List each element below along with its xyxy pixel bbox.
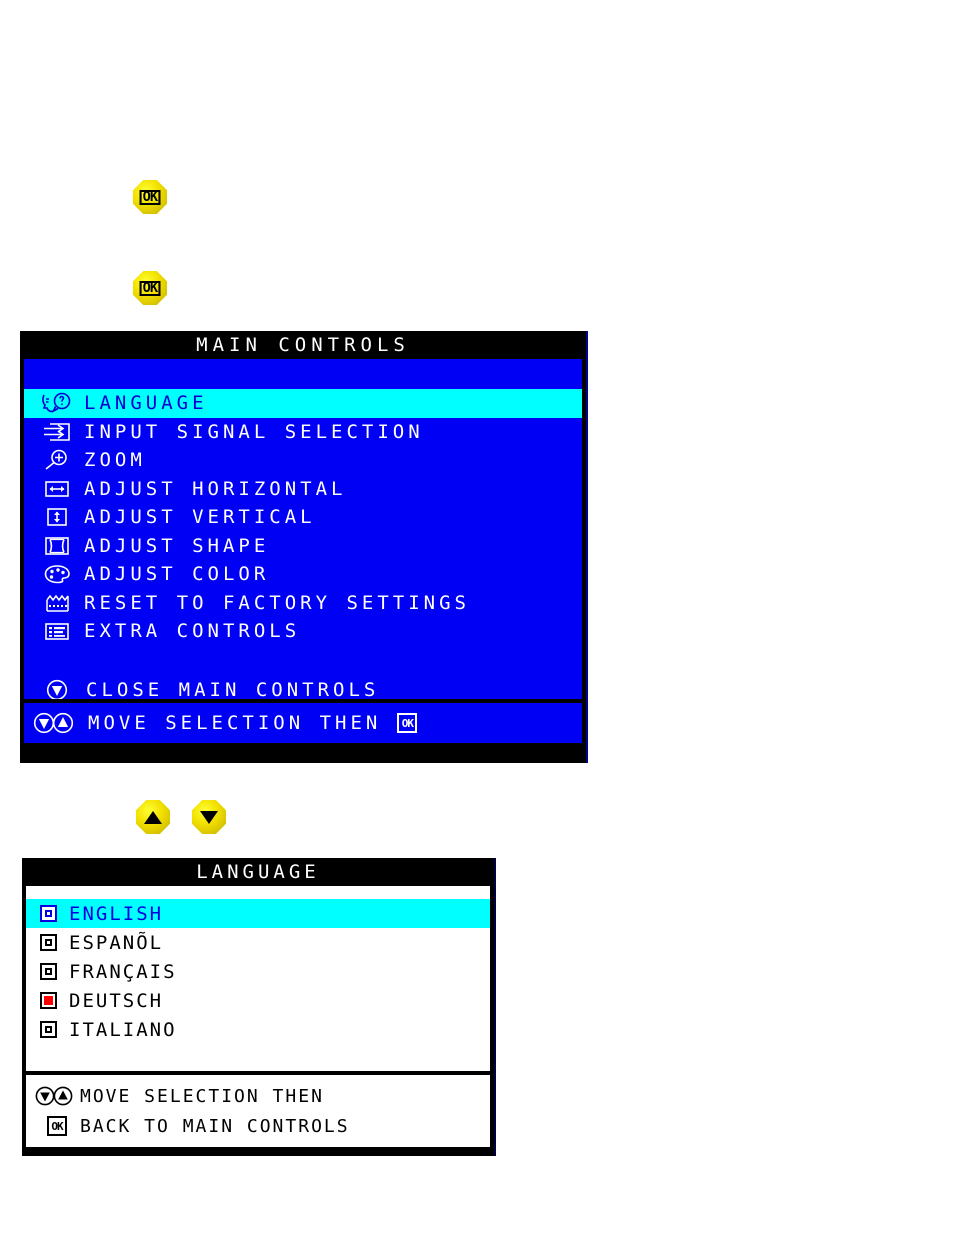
menu-item-adjust-vertical[interactable]: ADJUST VERTICAL [24,503,582,532]
menu-item-adjust-horizontal[interactable]: ADJUST HORIZONTAL [24,475,582,504]
up-button[interactable] [136,800,170,834]
main-controls-title: MAIN CONTROLS [20,331,586,359]
ok-button-1[interactable]: OK [133,180,167,214]
radio-icon [40,1021,57,1038]
main-controls-footer: MOVE SELECTION THEN OK [24,703,582,743]
up-triangle-octagon-icon [144,810,162,824]
radio-icon [40,963,57,980]
list-top-spacer [24,359,582,389]
close-down-arrow-icon [40,678,74,699]
ok-glyph-icon: OK [47,1116,67,1136]
language-footer-text-2: BACK TO MAIN CONTROLS [80,1115,350,1137]
adjust-color-palette-icon [40,562,74,586]
radio-icon-active [40,992,57,1009]
menu-item-label: EXTRA CONTROLS [84,620,301,643]
language-face-icon [40,391,74,415]
language-item-label: ENGLISH [69,902,164,925]
language-footer-line-2: OK BACK TO MAIN CONTROLS [34,1111,490,1141]
language-item-label: ITALIANO [69,1018,177,1041]
down-button[interactable] [192,800,226,834]
main-controls-osd-panel: MAIN CONTROLS LANGUAGE INPUT SIGNAL SELE… [20,331,588,763]
language-osd-panel: LANGUAGE ENGLISH ESPANÕL FRANÇAIS DEUTSC… [22,858,496,1156]
radio-icon [40,905,57,922]
ok-glyph-icon: OK [397,713,418,733]
menu-item-label: ADJUST COLOR [84,563,270,586]
language-item-espanol[interactable]: ESPANÕL [26,928,490,957]
factory-reset-icon [40,591,74,615]
language-item-label: ESPANÕL [69,931,164,954]
radio-icon [40,934,57,951]
language-footer: MOVE SELECTION THEN OK BACK TO MAIN CONT… [26,1075,490,1147]
language-footer-line-1: MOVE SELECTION THEN [34,1081,490,1111]
menu-item-zoom[interactable]: ZOOM [24,446,582,475]
input-signal-icon [40,420,74,444]
language-item-english[interactable]: ENGLISH [26,899,490,928]
language-item-label: FRANÇAIS [69,960,177,983]
language-item-italiano[interactable]: ITALIANO [26,1015,490,1044]
ok-octagon-icon: OK [139,189,161,205]
adjust-shape-icon [40,534,74,558]
menu-item-label: CLOSE MAIN CONTROLS [86,678,380,699]
language-top-spacer [26,886,490,899]
zoom-magnifier-icon [40,448,74,472]
language-item-francais[interactable]: FRANÇAIS [26,957,490,986]
menu-item-close-main-controls[interactable]: CLOSE MAIN CONTROLS [24,676,582,699]
extra-controls-icon [40,619,74,643]
menu-item-extra-controls[interactable]: EXTRA CONTROLS [24,617,582,646]
ok-octagon-icon: OK [139,280,161,296]
menu-item-label: INPUT SIGNAL SELECTION [84,420,424,443]
adjust-horizontal-icon [40,477,74,501]
menu-item-label: ADJUST VERTICAL [84,506,316,529]
adjust-vertical-icon [40,505,74,529]
language-item-deutsch[interactable]: DEUTSCH [26,986,490,1015]
ok-glyph-wrapper: OK [34,1116,80,1136]
menu-item-adjust-color[interactable]: ADJUST COLOR [24,560,582,589]
ok-button-2[interactable]: OK [133,271,167,305]
down-up-arrow-icons [32,711,80,735]
menu-item-reset-to-factory-settings[interactable]: RESET TO FACTORY SETTINGS [24,589,582,618]
main-controls-footer-text: MOVE SELECTION THEN [88,712,382,734]
menu-item-label: RESET TO FACTORY SETTINGS [84,591,470,614]
list-gap-spacer [24,646,582,676]
language-footer-text-1: MOVE SELECTION THEN [80,1085,324,1107]
language-title: LANGUAGE [22,858,494,886]
menu-item-adjust-shape[interactable]: ADJUST SHAPE [24,532,582,561]
down-triangle-octagon-icon [200,810,218,824]
page-root: OK OK MAIN CONTROLS LANGUAGE INPUT SIGNA… [0,0,954,1235]
menu-item-language[interactable]: LANGUAGE [24,389,582,418]
main-controls-list: LANGUAGE INPUT SIGNAL SELECTION ZOOM ADJ… [24,359,582,699]
menu-item-input-signal-selection[interactable]: INPUT SIGNAL SELECTION [24,418,582,447]
menu-item-label: ZOOM [84,449,146,472]
language-list: ENGLISH ESPANÕL FRANÇAIS DEUTSCH ITALIAN… [26,886,490,1071]
menu-item-label: ADJUST HORIZONTAL [84,477,347,500]
menu-item-label: LANGUAGE [84,392,208,415]
menu-item-label: ADJUST SHAPE [84,534,270,557]
down-up-arrow-icons [34,1085,80,1107]
language-item-label: DEUTSCH [69,989,164,1012]
